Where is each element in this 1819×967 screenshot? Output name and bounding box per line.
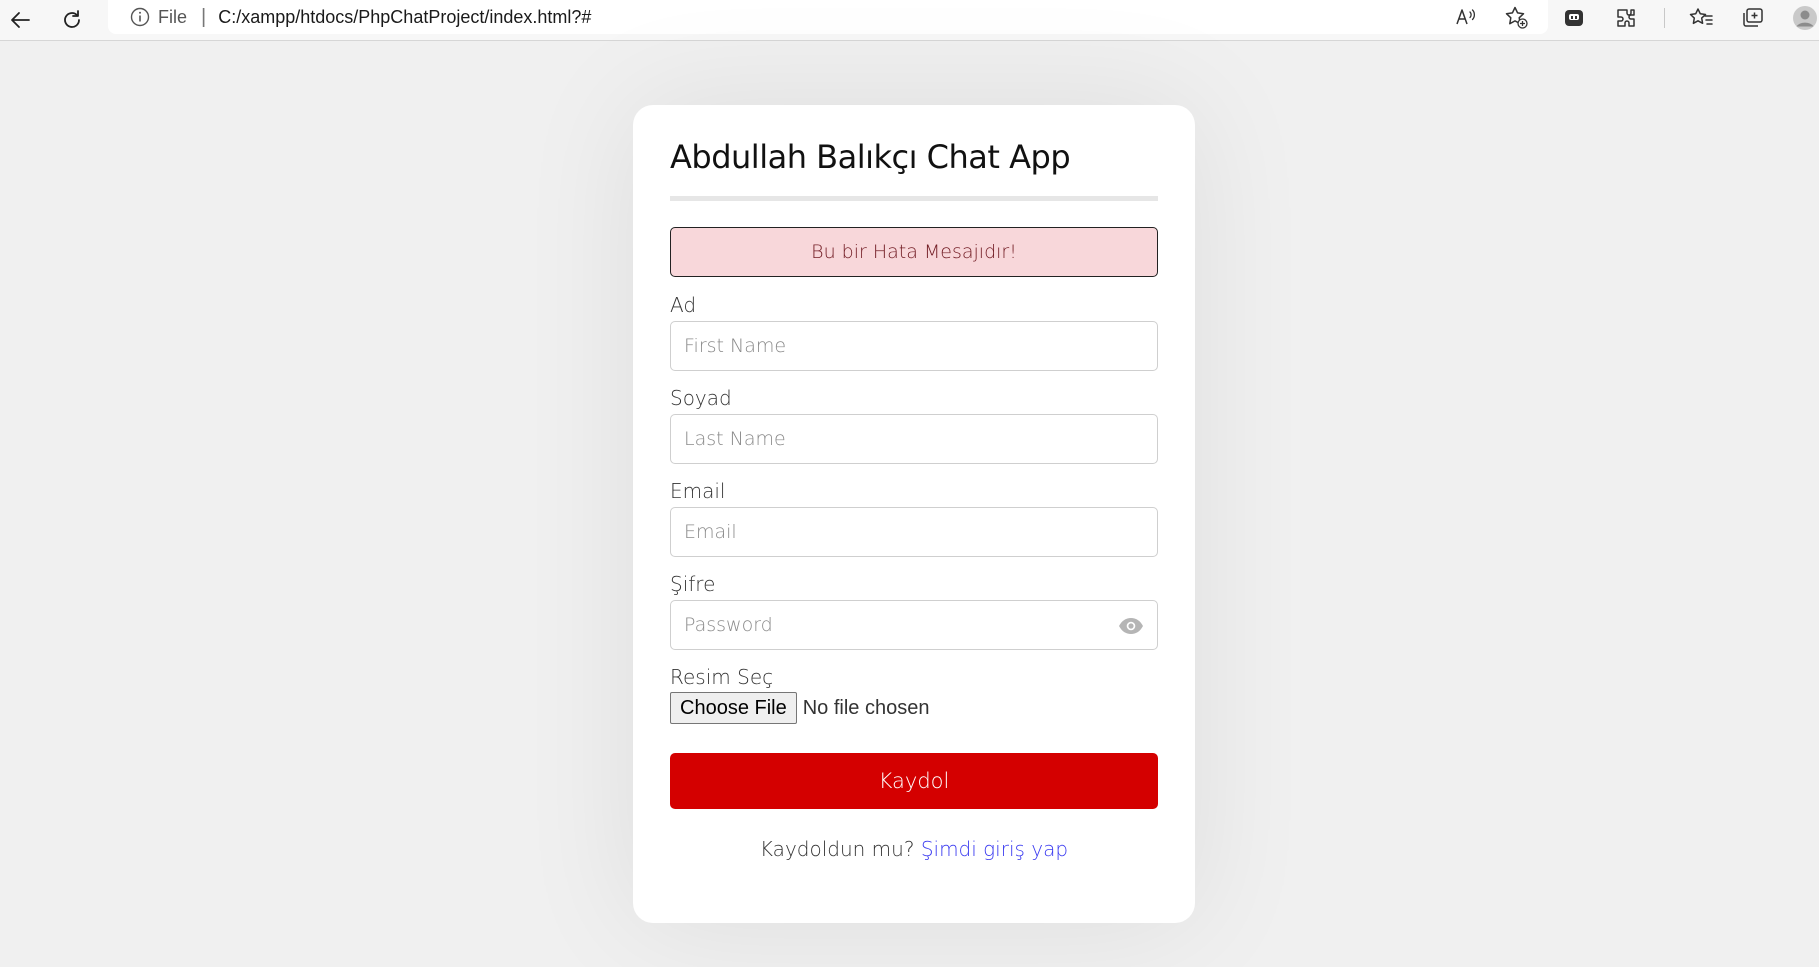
- first-name-label: Ad: [670, 293, 697, 317]
- login-prompt: Kaydoldun mu? Şimdi giriş yap: [670, 837, 1158, 861]
- browser-extensions-bar: [1560, 2, 1819, 34]
- favorites-icon: [1689, 8, 1713, 25]
- profile-button[interactable]: [1791, 4, 1819, 32]
- address-separator: |: [201, 5, 207, 28]
- login-prompt-text: Kaydoldun mu?: [759, 837, 915, 861]
- browser-toolbar: File | C:/xampp/htdocs/PhpChatProject/in…: [0, 0, 1819, 41]
- password-label: Şifre: [670, 572, 716, 596]
- toggle-password-button[interactable]: [1118, 617, 1144, 635]
- file-picker: Choose File No file chosen: [670, 692, 1158, 724]
- copilot-icon: [1565, 10, 1583, 26]
- refresh-button[interactable]: [56, 4, 88, 36]
- file-status-text: No file chosen: [802, 696, 930, 719]
- toolbar-divider: [1664, 8, 1665, 28]
- read-aloud-button[interactable]: [1452, 3, 1480, 31]
- collections-icon: [1743, 8, 1763, 27]
- email-input[interactable]: [670, 507, 1158, 557]
- address-url[interactable]: C:/xampp/htdocs/PhpChatProject/index.htm…: [218, 7, 591, 28]
- first-name-input[interactable]: [670, 321, 1158, 371]
- last-name-input[interactable]: [670, 414, 1158, 464]
- login-link[interactable]: Şimdi giriş yap: [921, 837, 1068, 861]
- address-scheme: File: [158, 6, 188, 27]
- email-label: Email: [670, 479, 726, 503]
- last-name-label: Soyad: [670, 386, 732, 410]
- back-button[interactable]: [4, 4, 36, 36]
- eye-icon: [1119, 618, 1143, 634]
- error-message: Bu bir Hata Mesajıdır!: [670, 227, 1158, 277]
- choose-file-button[interactable]: Choose File: [670, 692, 797, 724]
- page-title: Abdullah Balıkçı Chat App: [670, 138, 1071, 176]
- address-bar[interactable]: File | C:/xampp/htdocs/PhpChatProject/in…: [108, 0, 1548, 34]
- read-aloud-icon: [1456, 9, 1476, 25]
- add-favorite-button[interactable]: [1502, 3, 1530, 31]
- address-actions: [1452, 0, 1530, 34]
- password-input[interactable]: [670, 600, 1158, 650]
- refresh-icon: [64, 10, 80, 28]
- site-info-button[interactable]: File: [130, 7, 187, 28]
- copilot-button[interactable]: [1560, 4, 1588, 32]
- signup-button[interactable]: Kaydol: [670, 753, 1158, 809]
- back-icon: [11, 12, 30, 28]
- extensions-button[interactable]: [1612, 4, 1640, 32]
- signup-card: Abdullah Balıkçı Chat App Bu bir Hata Me…: [633, 105, 1195, 923]
- profile-icon: [1793, 6, 1817, 30]
- extensions-icon: [1617, 9, 1635, 27]
- add-favorite-icon: [1505, 6, 1528, 29]
- image-label: Resim Seç: [670, 665, 774, 689]
- page-content: Abdullah Balıkçı Chat App Bu bir Hata Me…: [0, 41, 1819, 967]
- favorites-button[interactable]: [1687, 4, 1715, 32]
- password-field: [670, 600, 1158, 650]
- info-icon: [130, 7, 150, 27]
- title-divider: [670, 196, 1158, 201]
- collections-button[interactable]: [1739, 4, 1767, 32]
